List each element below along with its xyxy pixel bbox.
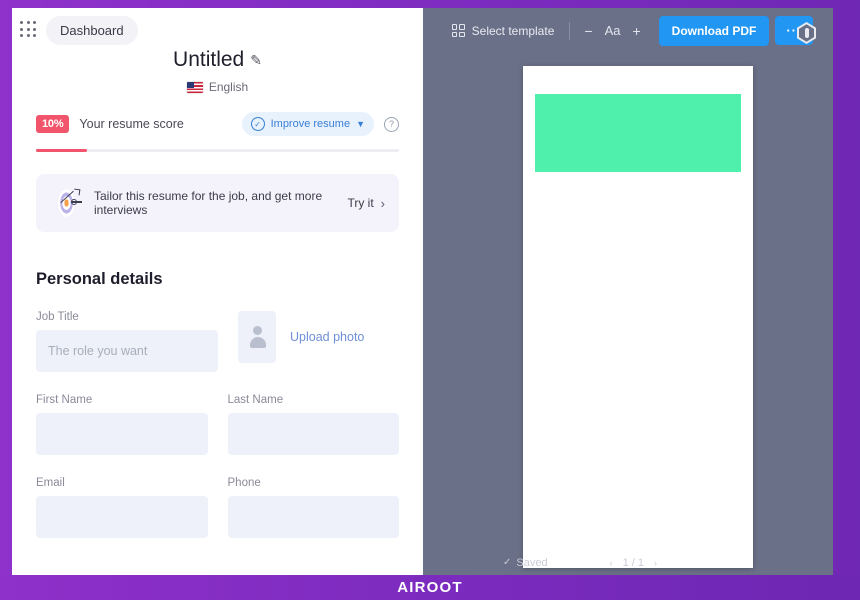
preview-toolbar: Select template − Aa + Download PDF ··· [423,8,833,53]
score-badge: 10% [36,115,70,133]
tailor-resume-banner[interactable]: Tailor this resume for the job, and get … [36,174,399,232]
watermark-band: AIROOT [0,575,860,600]
check-circle-icon: ✓ [250,117,265,131]
zoom-out-button[interactable]: − [584,24,592,38]
app-frame: Dashboard Untitled ✎ English 10% Your re… [0,0,860,600]
email-field-group: Email [36,477,208,538]
font-size-controls: − Aa + [576,23,648,38]
chevron-right-icon[interactable]: › [654,558,657,568]
email-input[interactable] [36,496,208,538]
editor-topbar: Dashboard [12,8,423,52]
document-title-text: Untitled [173,48,245,71]
check-icon: ✓ [503,557,512,568]
language-row[interactable]: English [12,80,423,94]
page-indicator: 1 / 1 [622,556,644,569]
job-title-input[interactable] [36,330,218,372]
question-mark-icon[interactable]: ? [384,116,399,132]
phone-field-group: Phone [227,477,399,538]
try-it-label: Try it [347,196,374,210]
template-grid-icon [451,24,465,37]
first-name-label: First Name [36,394,93,406]
target-arrow-icon [50,188,84,218]
resume-page-preview[interactable] [523,66,753,568]
score-label: Your resume score [79,117,184,131]
select-template-label: Select template [471,23,555,38]
font-size-label: Aa [604,23,621,38]
upload-photo-link[interactable]: Upload photo [290,330,364,344]
first-name-input[interactable] [36,413,208,455]
tailor-banner-text: Tailor this resume for the job, and get … [94,189,323,217]
toolbar-divider [569,21,571,40]
chevron-down-icon: ▼ [356,119,365,129]
saved-label: Saved [516,556,548,569]
pencil-icon[interactable]: ✎ [250,52,262,69]
job-title-label: Job Title [36,311,79,323]
language-label: English [208,80,249,94]
phone-input[interactable] [227,496,399,538]
tailor-try-it-button[interactable]: Try it › [347,196,385,211]
us-flag-icon [186,81,203,93]
last-name-field-group: Last Name [227,394,399,455]
saved-indicator: ✓ Saved [503,557,548,569]
page-pager: ‹ 1 / 1 › [610,557,657,569]
preview-status-bar: ✓ Saved ‹ 1 / 1 › [423,550,833,575]
first-name-field-group: First Name [36,394,208,455]
last-name-input[interactable] [227,413,399,455]
zoom-in-button[interactable]: + [632,24,640,38]
chevron-right-icon: › [380,195,385,211]
shield-badge-icon[interactable] [797,22,816,44]
job-title-field-group: Job Title [36,311,218,372]
resume-preview-panel: Select template − Aa + Download PDF ··· … [423,8,833,575]
email-label: Email [36,477,65,489]
resume-header-band [535,94,741,172]
dashboard-button[interactable]: Dashboard [46,15,138,45]
last-name-label: Last Name [227,394,284,406]
resume-editor-panel: Dashboard Untitled ✎ English 10% Your re… [12,8,423,575]
improve-resume-label: Improve resume [270,118,351,130]
name-row: First Name Last Name [36,394,399,455]
resume-score-row: 10% Your resume score ✓ Improve resume ▼… [36,112,399,136]
contact-row: Email Phone [36,477,399,538]
resume-score-block: 10% Your resume score ✓ Improve resume ▼… [12,112,423,152]
avatar-placeholder-icon [238,311,276,363]
personal-details-heading: Personal details [36,270,163,288]
apps-grid-icon[interactable] [20,21,38,39]
job-title-row: Job Title Upload photo [36,311,399,372]
score-progress-fill [36,149,87,152]
document-title-area: Untitled ✎ English [12,48,423,94]
phone-label: Phone [227,477,261,489]
personal-details-form: Job Title Upload photo First Name Last N… [12,311,423,538]
select-template-button[interactable]: Select template [443,24,564,38]
upload-photo-group[interactable]: Upload photo [238,311,364,363]
score-progress-track [36,149,399,152]
improve-resume-button[interactable]: ✓ Improve resume ▼ [241,112,374,136]
download-pdf-button[interactable]: Download PDF [658,15,770,46]
document-title[interactable]: Untitled ✎ [173,48,262,72]
watermark-text: AIROOT [397,579,463,596]
chevron-left-icon[interactable]: ‹ [610,558,613,568]
